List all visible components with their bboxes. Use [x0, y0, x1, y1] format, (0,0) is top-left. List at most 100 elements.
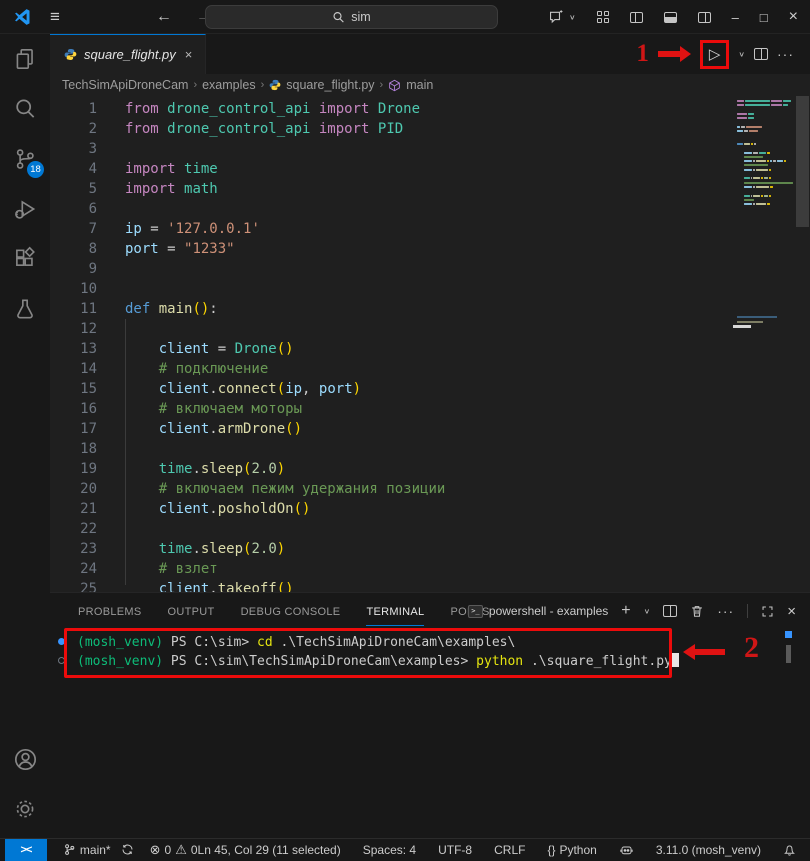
divider — [747, 604, 748, 618]
remote-indicator[interactable]: >< — [5, 839, 47, 861]
code-line[interactable] — [125, 279, 445, 299]
terminal-scrollbar-slider[interactable] — [786, 645, 791, 663]
remote-icon: >< — [21, 844, 32, 856]
code-line[interactable]: import time — [125, 159, 445, 179]
tab-square-flight[interactable]: square_flight.py × — [50, 34, 206, 74]
command-center-search[interactable]: sim — [205, 5, 498, 29]
breadcrumb-folder[interactable]: TechSimApiDroneCam — [62, 78, 188, 92]
maximize-panel-icon[interactable] — [761, 605, 774, 618]
line-number: 1 — [50, 99, 97, 119]
activity-bar: 18 — [0, 34, 50, 838]
code-line[interactable]: client.posholdOn() — [125, 499, 445, 519]
line-number: 12 — [50, 319, 97, 339]
minimize-button[interactable]: – — [732, 10, 739, 25]
line-number: 13 — [50, 339, 97, 359]
language-mode[interactable]: {} Python — [547, 843, 596, 857]
back-icon[interactable]: ← — [156, 8, 172, 26]
minimap-selection-marker — [733, 325, 751, 328]
code-line[interactable]: port = "1233" — [125, 239, 445, 259]
code-line[interactable]: client.takeoff() — [125, 579, 445, 592]
menu-icon[interactable]: ≡ — [50, 7, 60, 27]
robot-button[interactable] — [619, 843, 634, 857]
tab-problems[interactable]: PROBLEMS — [78, 597, 142, 625]
code-line[interactable]: import math — [125, 179, 445, 199]
tab-output[interactable]: OUTPUT — [168, 597, 215, 625]
new-terminal-button[interactable]: + — [621, 602, 630, 620]
account-button[interactable] — [0, 734, 50, 784]
line-number: 16 — [50, 399, 97, 419]
terminal[interactable]: (mosh_venv) PS C:\sim> cd .\TechSimApiDr… — [50, 629, 810, 838]
code-line[interactable] — [125, 139, 445, 159]
minimap-row — [737, 121, 793, 123]
copilot-button[interactable]: ∨ — [548, 9, 576, 25]
code-line[interactable] — [125, 259, 445, 279]
panel-more-actions-icon[interactable]: ··· — [717, 603, 734, 619]
code-line[interactable]: ip = '127.0.0.1' — [125, 219, 445, 239]
toggle-panel-icon[interactable] — [664, 12, 677, 23]
terminal-dropdown-chevron-icon[interactable]: ∨ — [644, 607, 651, 616]
editor-more-actions-icon[interactable]: ··· — [777, 46, 794, 62]
run-button[interactable]: ▷ — [709, 46, 721, 63]
breadcrumb-subfolder[interactable]: examples — [202, 78, 256, 92]
code-line[interactable]: def main(): — [125, 299, 445, 319]
minimap-row — [737, 199, 793, 201]
tab-debug-console[interactable]: DEBUG CONSOLE — [241, 597, 341, 625]
sidebar-item-search[interactable] — [0, 84, 50, 134]
line-number: 10 — [50, 279, 97, 299]
toggle-sidebar-icon[interactable] — [630, 12, 643, 23]
split-editor-icon[interactable] — [754, 48, 768, 60]
editor-scrollbar[interactable] — [795, 96, 810, 592]
shell-selector[interactable]: >_ powershell - examples — [468, 604, 608, 618]
code-line[interactable]: # подключение — [125, 359, 445, 379]
indentation[interactable]: Spaces: 4 — [363, 843, 416, 857]
eol-sequence[interactable]: CRLF — [494, 843, 525, 857]
sidebar-item-run-debug[interactable] — [0, 184, 50, 234]
sidebar-item-source-control[interactable]: 18 — [0, 134, 50, 184]
sidebar-item-explorer[interactable] — [0, 34, 50, 84]
problems-status[interactable]: ⊗ 0 ⚠ 0 — [150, 842, 198, 858]
code-line[interactable]: # взлет — [125, 559, 445, 579]
editor-scrollbar-slider[interactable] — [796, 96, 809, 227]
code-line[interactable]: time.sleep(2.0) — [125, 459, 445, 479]
toggle-secondary-sidebar-icon[interactable] — [698, 12, 711, 23]
breadcrumb-file[interactable]: square_flight.py — [286, 78, 374, 92]
customize-layout-icon[interactable] — [597, 11, 609, 23]
minimap[interactable] — [737, 100, 793, 207]
code-line[interactable] — [125, 439, 445, 459]
code-line[interactable]: client.armDrone() — [125, 419, 445, 439]
code-line[interactable] — [125, 519, 445, 539]
code-line[interactable]: time.sleep(2.0) — [125, 539, 445, 559]
code-line[interactable] — [125, 199, 445, 219]
code-line[interactable]: from drone_control_api import PID — [125, 119, 445, 139]
trash-icon[interactable] — [690, 604, 704, 618]
settings-button[interactable] — [0, 784, 50, 834]
tab-terminal[interactable]: TERMINAL — [366, 597, 424, 626]
code-editor[interactable]: 1234567891011121314151617181920212223242… — [50, 96, 810, 592]
code-line[interactable] — [125, 319, 445, 339]
close-panel-icon[interactable]: × — [787, 603, 796, 620]
tab-close-icon[interactable]: × — [185, 47, 193, 62]
python-icon — [64, 48, 77, 61]
encoding[interactable]: UTF-8 — [438, 843, 472, 857]
sidebar-item-extensions[interactable] — [0, 234, 50, 284]
vscode-logo-icon — [12, 7, 32, 27]
sidebar-item-testing[interactable] — [0, 284, 50, 334]
line-number: 11 — [50, 299, 97, 319]
language-label: Python — [559, 843, 596, 857]
maximize-button[interactable]: □ — [760, 10, 768, 25]
code-line[interactable]: # включаем пежим удержания позиции — [125, 479, 445, 499]
close-button[interactable]: × — [789, 8, 798, 26]
code-line[interactable]: client.connect(ip, port) — [125, 379, 445, 399]
code-line[interactable]: from drone_control_api import Drone — [125, 99, 445, 119]
code-line[interactable]: # включаем моторы — [125, 399, 445, 419]
run-dropdown-chevron-icon[interactable]: ∨ — [738, 50, 745, 59]
branch-status[interactable]: main* — [63, 843, 134, 857]
cursor-position[interactable]: Ln 45, Col 29 (11 selected) — [198, 843, 341, 857]
split-terminal-icon[interactable] — [663, 605, 677, 617]
code-line[interactable]: client = Drone() — [125, 339, 445, 359]
line-number: 18 — [50, 439, 97, 459]
python-interpreter[interactable]: 3.11.0 (mosh_venv) — [656, 843, 761, 857]
breadcrumb-symbol[interactable]: main — [406, 78, 433, 92]
sync-icon — [121, 843, 134, 856]
notifications-bell[interactable] — [783, 843, 796, 857]
